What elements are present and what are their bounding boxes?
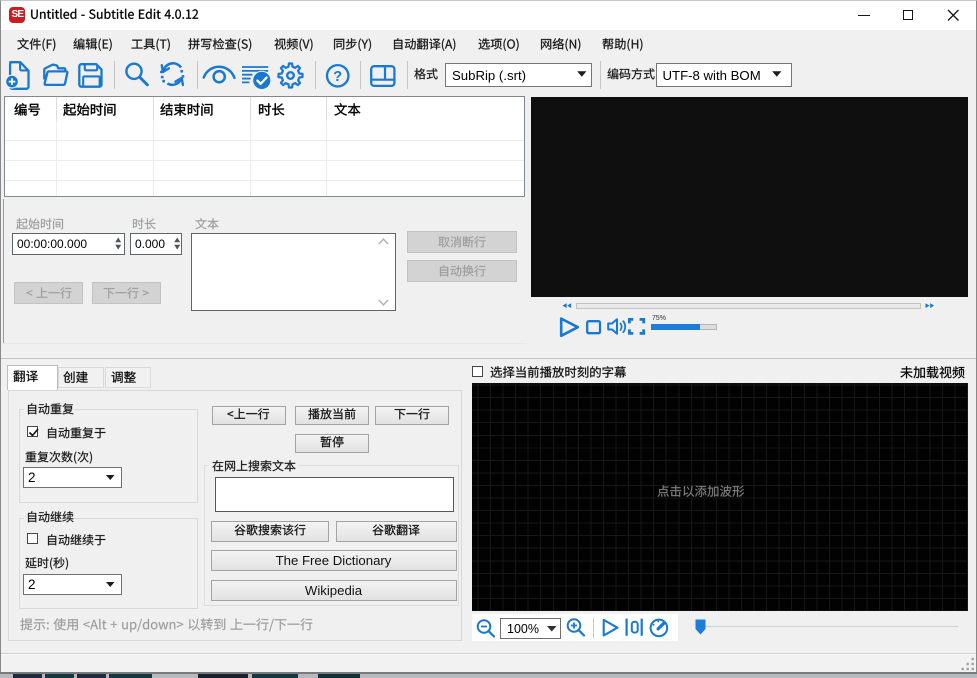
svg-text:?: ? (333, 69, 342, 85)
